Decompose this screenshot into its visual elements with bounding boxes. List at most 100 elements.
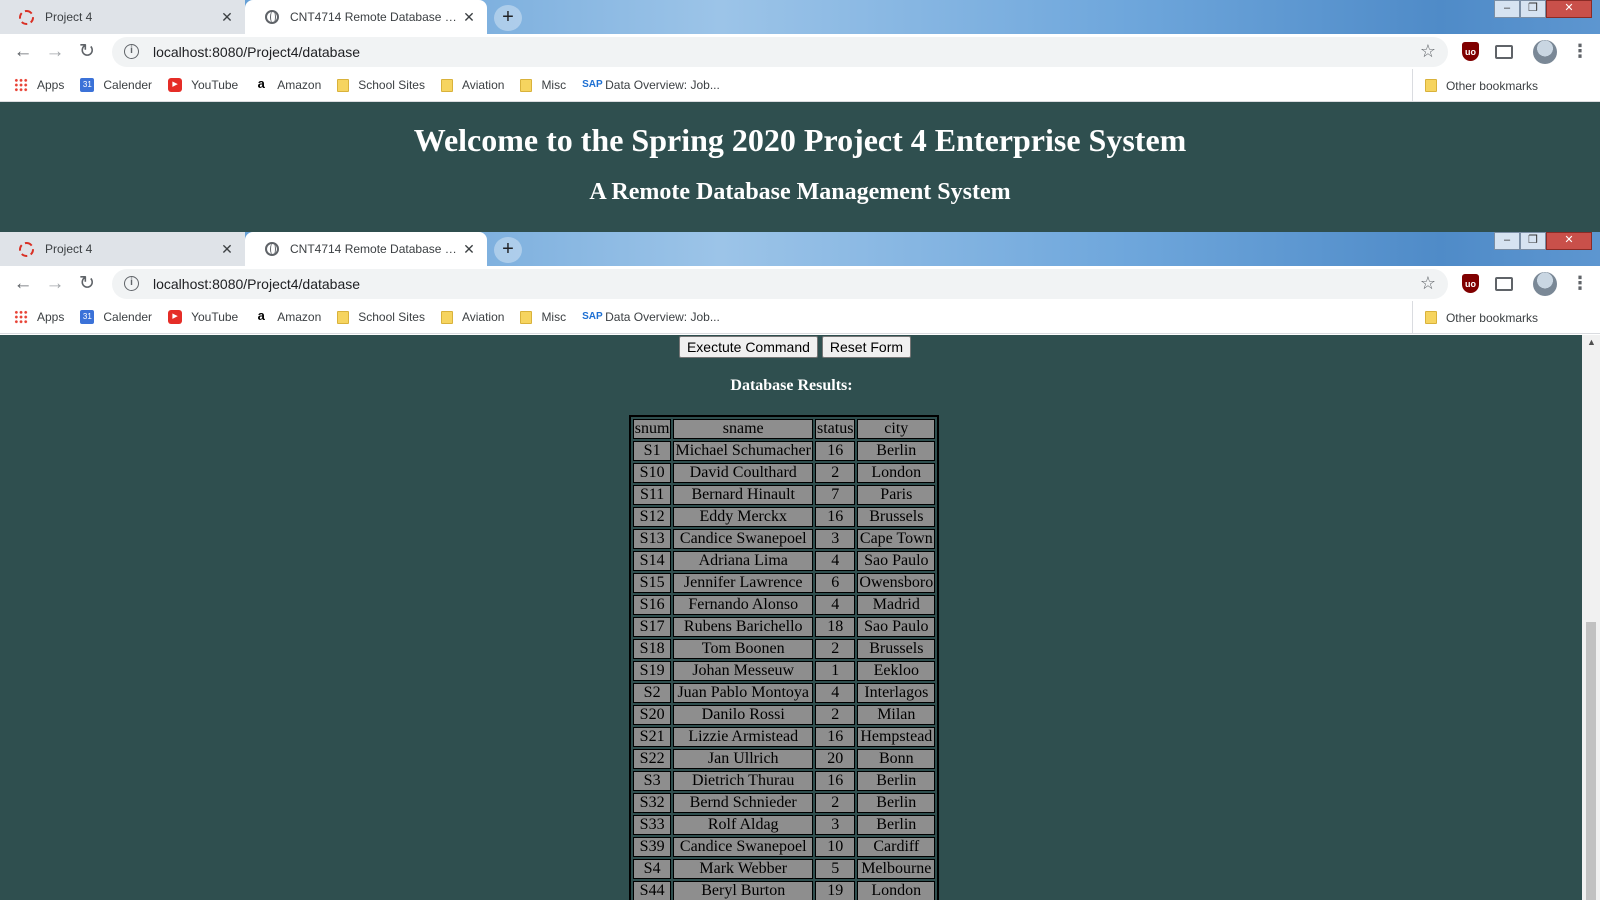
scroll-up-arrow-icon[interactable]: ▲ [1587,337,1596,347]
info-icon[interactable]: i [124,276,139,291]
profile-avatar-icon[interactable] [1533,39,1557,64]
table-cell-status: 4 [814,595,856,615]
table-cell-snum: S21 [632,727,672,747]
table-cell-status: 16 [814,727,856,747]
url-text[interactable]: localhost:8080/Project4/database [153,276,1420,292]
table-cell-status: 2 [814,639,856,659]
table-cell-city: Sao Paulo [857,617,936,637]
column-header-sname: sname [673,419,813,439]
bookmark-calender[interactable]: 31 Calender [80,78,152,92]
table-header-row: snum sname status city [632,419,936,439]
cast-icon[interactable] [1495,276,1513,291]
bookmark-misc[interactable]: Misc [520,78,566,92]
table-cell-status: 16 [814,507,856,527]
profile-avatar-icon[interactable] [1533,271,1557,296]
calendar-icon: 31 [80,310,95,324]
forward-arrow-icon[interactable]: → [40,37,70,67]
table-cell-snum: S11 [632,485,672,505]
tab-title: CNT4714 Remote Database Man [290,10,461,24]
page-title: Welcome to the Spring 2020 Project 4 Ent… [413,122,1187,158]
bookmark-youtube[interactable]: ▶ YouTube [168,78,238,92]
tab-project4[interactable]: Project 4 ✕ [0,0,245,34]
table-cell-snum: S14 [632,551,672,571]
reset-form-button[interactable]: Reset Form [821,336,912,358]
table-cell-city: Berlin [857,793,936,813]
bookmark-school-sites[interactable]: School Sites [337,310,425,324]
bookmark-data-overview[interactable]: SAP Data Overview: Job... [582,310,720,324]
table-cell-snum: S3 [632,771,672,791]
forward-arrow-icon[interactable]: → [40,269,70,299]
table-cell-sname: Jennifer Lawrence [673,573,813,593]
menu-dots-icon[interactable]: ⋮ [1569,41,1591,63]
restore-icon[interactable]: ❐ [1520,232,1546,250]
tab-database[interactable]: CNT4714 Remote Database Man ✕ [245,232,487,266]
window-controls: – ❐ ✕ [1494,0,1592,18]
scrollbar-thumb[interactable] [1586,622,1596,900]
ublock-icon[interactable]: uo [1462,42,1479,61]
browser-toolbar: ← → ↻ i localhost:8080/Project4/database… [0,266,1600,301]
menu-dots-icon[interactable]: ⋮ [1569,273,1591,295]
apps-grid-icon [14,78,28,92]
vertical-scrollbar[interactable]: ▲ [1582,335,1600,900]
table-cell-city: Owensboro [857,573,936,593]
table-row: S3 Dietrich Thurau 16 Berlin [632,771,936,791]
bookmark-apps[interactable]: Apps [14,78,64,92]
reload-icon[interactable]: ↻ [72,37,102,67]
bookmark-amazon[interactable]: a Amazon [254,309,322,324]
close-tab-icon[interactable]: ✕ [461,241,477,258]
restore-icon[interactable]: ❐ [1520,0,1546,18]
bookmark-school-sites[interactable]: School Sites [337,78,425,92]
bookmark-star-icon[interactable]: ☆ [1420,41,1436,62]
close-window-icon[interactable]: ✕ [1546,232,1592,250]
table-cell-city: Brussels [857,507,936,527]
table-row: S19 Johan Messeuw 1 Eekloo [632,661,936,681]
bookmark-star-icon[interactable]: ☆ [1420,273,1436,294]
table-cell-sname: Bernard Hinault [673,485,813,505]
back-arrow-icon[interactable]: ← [8,37,38,67]
tab-project4[interactable]: Project 4 ✕ [0,232,245,266]
ublock-icon[interactable]: uo [1462,274,1479,293]
bookmark-aviation[interactable]: Aviation [440,310,504,324]
table-cell-city: Madrid [857,595,936,615]
other-bookmarks[interactable]: Other bookmarks [1411,69,1538,102]
table-row: S11 Bernard Hinault 7 Paris [632,485,936,505]
minimize-icon[interactable]: – [1494,232,1520,250]
table-cell-snum: S39 [632,837,672,857]
table-cell-snum: S13 [632,529,672,549]
table-cell-city: Melbourne [857,859,936,879]
info-icon[interactable]: i [124,44,139,59]
table-row: S13 Candice Swanepoel 3 Cape Town [632,529,936,549]
close-tab-icon[interactable]: ✕ [219,9,235,26]
tab-database[interactable]: CNT4714 Remote Database Man ✕ [245,0,487,34]
bookmark-apps[interactable]: Apps [14,310,64,324]
table-cell-status: 1 [814,661,856,681]
execute-command-button[interactable]: Exectute Command [678,336,818,358]
back-arrow-icon[interactable]: ← [8,269,38,299]
table-row: S22 Jan Ullrich 20 Bonn [632,749,936,769]
bookmark-data-overview[interactable]: SAP Data Overview: Job... [582,78,720,92]
cast-icon[interactable] [1495,44,1513,59]
new-tab-button[interactable]: + [494,5,522,31]
url-text[interactable]: localhost:8080/Project4/database [153,44,1420,60]
minimize-icon[interactable]: – [1494,0,1520,18]
reload-icon[interactable]: ↻ [72,269,102,299]
close-tab-icon[interactable]: ✕ [219,241,235,258]
new-tab-button[interactable]: + [494,237,522,263]
address-bar[interactable]: i localhost:8080/Project4/database ☆ [112,268,1448,299]
table-cell-city: Sao Paulo [857,551,936,571]
table-cell-city: London [857,463,936,483]
bookmark-youtube[interactable]: ▶ YouTube [168,310,238,324]
table-cell-sname: Tom Boonen [673,639,813,659]
table-cell-sname: Bernd Schnieder [673,793,813,813]
other-bookmarks[interactable]: Other bookmarks [1411,301,1538,334]
bookmark-aviation[interactable]: Aviation [440,78,504,92]
table-cell-city: Hempstead [857,727,936,747]
close-tab-icon[interactable]: ✕ [461,9,477,26]
youtube-icon: ▶ [168,310,183,324]
bookmark-misc[interactable]: Misc [520,310,566,324]
close-window-icon[interactable]: ✕ [1546,0,1592,18]
table-row: S10 David Coulthard 2 London [632,463,936,483]
bookmark-amazon[interactable]: a Amazon [254,77,322,92]
bookmark-calender[interactable]: 31 Calender [80,310,152,324]
address-bar[interactable]: i localhost:8080/Project4/database ☆ [112,36,1448,67]
